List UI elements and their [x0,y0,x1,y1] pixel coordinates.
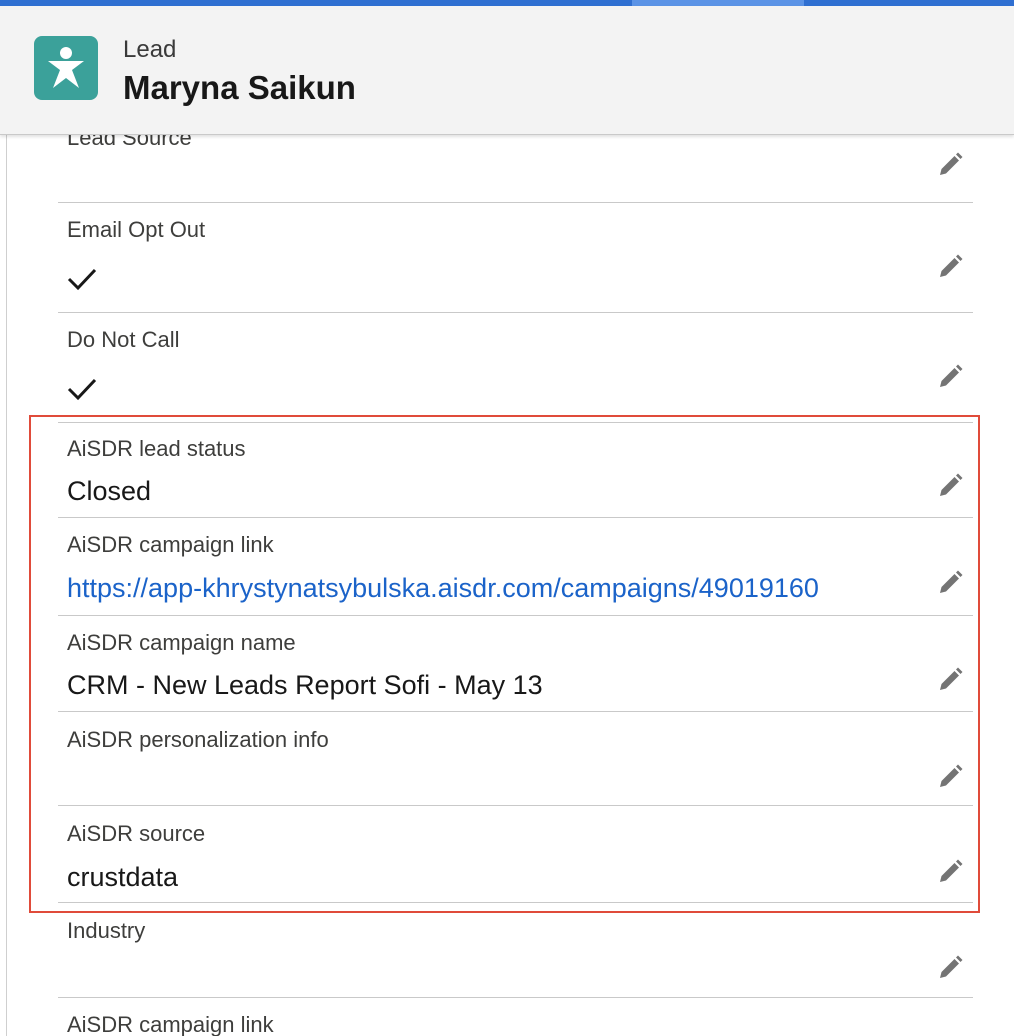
edit-pencil-icon[interactable] [935,762,965,792]
details-section: Lead Source Email Opt Out Do Not Call Ai… [0,135,1014,1036]
field-label: Do Not Call [67,327,180,352]
field-value: Closed [67,476,152,506]
field-aisdr-source: AiSDR source crustdata [58,806,973,903]
field-email-opt-out: Email Opt Out [58,203,973,313]
edit-pencil-icon[interactable] [935,362,965,392]
field-value: CRM - New Leads Report Sofi - May 13 [67,670,543,700]
field-industry: Industry [58,903,973,998]
edit-pencil-icon[interactable] [935,953,965,983]
lead-person-icon [34,36,98,100]
field-label: AiSDR campaign name [67,630,296,655]
edit-pencil-icon[interactable] [935,568,965,598]
field-label: Lead Source [67,135,192,150]
edit-pencil-icon[interactable] [935,857,965,887]
field-label: AiSDR personalization info [67,727,329,752]
campaign-link[interactable]: https://app-khrystynatsybulska.aisdr.com… [67,572,819,604]
edit-pencil-icon[interactable] [935,150,965,180]
field-aisdr-campaign-link: AiSDR campaign link https://app-khrystyn… [58,518,973,616]
field-label: AiSDR campaign link [67,532,274,557]
field-aisdr-personalization-info: AiSDR personalization info [58,712,973,806]
checkmark-icon [67,378,97,401]
field-do-not-call: Do Not Call [58,313,973,423]
field-label: AiSDR source [67,821,206,846]
record-header: Lead Maryna Saikun [0,6,1014,135]
lead-record-page: Lead Maryna Saikun Lead Source Email Opt… [0,0,1014,1036]
field-aisdr-lead-status: AiSDR lead status Closed [58,423,973,518]
field-aisdr-campaign-name: AiSDR campaign name CRM - New Leads Repo… [58,616,973,712]
checkmark-icon [67,268,97,291]
field-label: AiSDR lead status [67,436,246,461]
field-value: crustdata [67,862,179,892]
field-aisdr-campaign-link-2: AiSDR campaign link [58,998,973,1036]
record-title: Maryna Saikun [123,69,356,106]
field-lead-source: Lead Source [58,135,973,203]
entity-type-label: Lead [123,36,177,63]
panel-left-border [6,135,7,1036]
edit-pencil-icon[interactable] [935,252,965,282]
edit-pencil-icon[interactable] [935,471,965,501]
edit-pencil-icon[interactable] [935,665,965,695]
field-label: Email Opt Out [67,217,206,242]
field-label: Industry [67,918,146,943]
field-label: AiSDR campaign link [67,1012,274,1036]
